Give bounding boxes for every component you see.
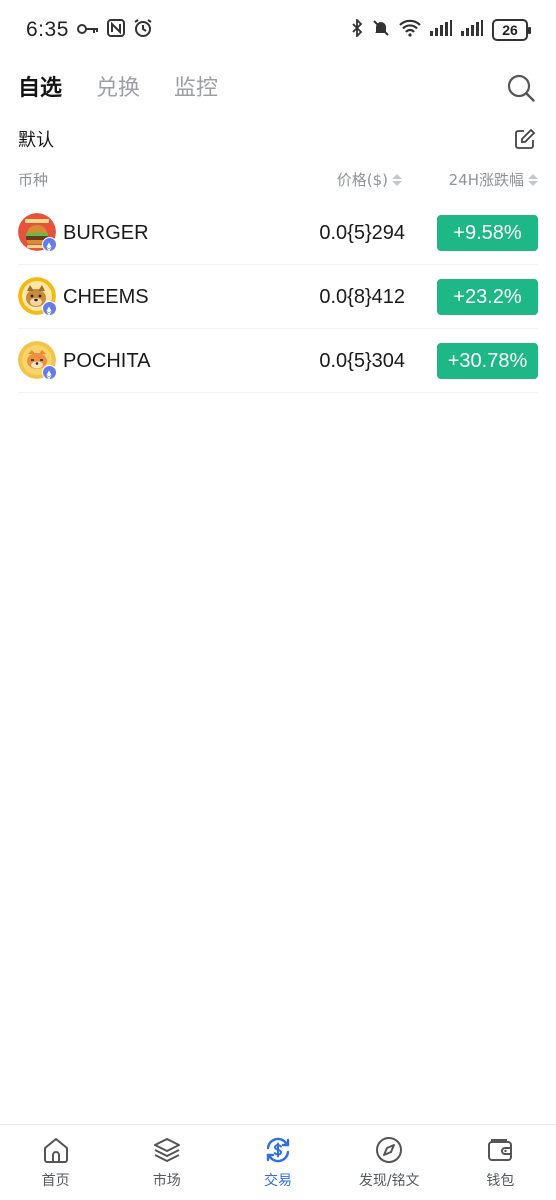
nav-market[interactable]: 市场 [111, 1125, 222, 1200]
group-header: 默认 [18, 124, 536, 154]
edit-button[interactable] [514, 128, 536, 150]
watchlist: BURGER 0.0{5}294 +9.58% CHEEMS 0.0{8}412… [18, 201, 538, 393]
sort-icon [392, 173, 402, 186]
coin-price: 0.0{5}304 [319, 350, 405, 372]
tab-monitor[interactable]: 监控 [174, 70, 218, 102]
key-icon [76, 21, 99, 40]
ethereum-chain-icon [42, 365, 57, 380]
change-badge: +9.58% [437, 215, 538, 251]
ethereum-chain-icon [42, 237, 57, 252]
nav-discover-label: 发现/铭文 [358, 1173, 420, 1189]
sort-icon [528, 173, 538, 186]
status-time: 6:35 [26, 18, 69, 41]
signal-icon [461, 20, 483, 40]
edit-icon [515, 128, 536, 149]
status-bar: 6:35 26 [0, 0, 556, 64]
battery-indicator: 26 [492, 19, 531, 41]
top-tabs: 自选 兑换 监控 [18, 70, 218, 102]
tab-watchlist[interactable]: 自选 [18, 70, 62, 102]
search-button[interactable] [506, 73, 536, 103]
signal-icon [430, 20, 452, 40]
column-price-label: 价格($) [336, 171, 388, 189]
bottom-nav: 首页 市场 交易 发现/铭文 钱包 [0, 1124, 556, 1200]
column-change-label: 24H涨跌幅 [448, 171, 524, 189]
wifi-icon [399, 19, 421, 41]
coin-price: 0.0{5}294 [319, 222, 405, 244]
ethereum-chain-icon [42, 301, 57, 316]
coin-name: POCHITA [63, 350, 151, 372]
list-item[interactable]: POCHITA 0.0{5}304 +30.78% [18, 329, 538, 393]
swap-dollar-icon [266, 1137, 290, 1163]
list-item[interactable]: BURGER 0.0{5}294 +9.58% [18, 201, 538, 265]
nfc-icon [106, 19, 125, 41]
coin-name: CHEEMS [63, 286, 149, 308]
change-badge: +23.2% [437, 279, 538, 315]
bluetooth-icon [351, 17, 363, 41]
coin-name: BURGER [63, 222, 149, 244]
compass-icon [376, 1137, 403, 1163]
change-badge: +30.78% [437, 343, 538, 379]
nav-trade-label: 交易 [264, 1173, 292, 1189]
alarm-icon [133, 18, 153, 42]
nav-wallet-label: 钱包 [486, 1173, 515, 1189]
column-price-sort[interactable]: 价格($) [337, 169, 402, 190]
mute-icon [372, 19, 390, 41]
home-icon [43, 1138, 68, 1163]
column-change-sort[interactable]: 24H涨跌幅 [449, 169, 538, 190]
layers-icon [153, 1138, 180, 1162]
group-title: 默认 [18, 130, 54, 151]
nav-home-label: 首页 [41, 1173, 70, 1189]
nav-discover[interactable]: 发现/铭文 [334, 1125, 445, 1200]
nav-wallet[interactable]: 钱包 [445, 1125, 556, 1200]
nav-market-label: 市场 [152, 1173, 181, 1189]
nav-trade[interactable]: 交易 [222, 1125, 333, 1200]
column-coin: 币种 [18, 171, 49, 189]
column-headers: 币种 价格($) 24H涨跌幅 [18, 166, 538, 192]
coin-price: 0.0{8}412 [319, 286, 405, 308]
tab-swap[interactable]: 兑换 [96, 70, 140, 102]
wallet-icon [488, 1139, 513, 1161]
search-icon [507, 74, 535, 102]
nav-home[interactable]: 首页 [0, 1125, 111, 1200]
list-item[interactable]: CHEEMS 0.0{8}412 +23.2% [18, 265, 538, 329]
